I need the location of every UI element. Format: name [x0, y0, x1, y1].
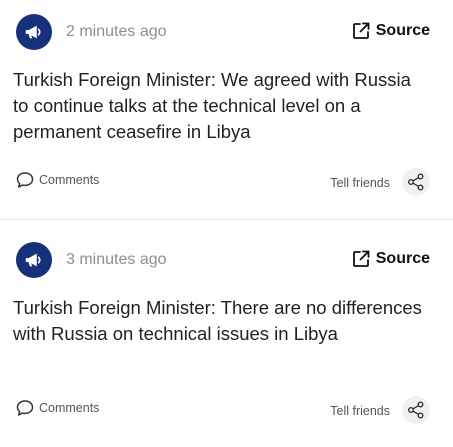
news-feed: 2 minutes ago Source Turkish Foreign Min… [0, 0, 453, 447]
megaphone-icon [25, 253, 41, 267]
share-icon [408, 401, 424, 419]
comments-label: Comments [39, 401, 100, 415]
news-post: 2 minutes ago Source Turkish Foreign Min… [0, 0, 453, 220]
megaphone-icon [25, 25, 41, 39]
source-link[interactable]: Source [351, 21, 430, 41]
external-link-icon [351, 21, 371, 41]
comments-link[interactable]: Comments [15, 171, 99, 189]
tell-friends-label: Tell friends [330, 404, 390, 418]
post-timestamp: 3 minutes ago [66, 251, 167, 268]
comments-link[interactable]: Comments [15, 399, 99, 417]
share-button[interactable] [402, 168, 430, 196]
tell-friends-label: Tell friends [330, 176, 390, 190]
news-post: 3 minutes ago Source Turkish Foreign Min… [0, 221, 453, 447]
comment-bubble-icon [15, 171, 35, 189]
post-headline[interactable]: Turkish Foreign Minister: We agreed with… [13, 67, 423, 145]
post-timestamp: 2 minutes ago [66, 23, 167, 40]
channel-avatar[interactable] [16, 242, 52, 278]
source-label: Source [375, 250, 430, 267]
comments-label: Comments [39, 173, 100, 187]
post-headline[interactable]: Turkish Foreign Minister: There are no d… [13, 295, 423, 347]
external-link-icon [351, 249, 371, 269]
share-button[interactable] [402, 396, 430, 424]
channel-avatar[interactable] [16, 14, 52, 50]
share-icon [408, 173, 424, 191]
comment-bubble-icon [15, 399, 35, 417]
source-label: Source [375, 22, 430, 39]
source-link[interactable]: Source [351, 249, 430, 269]
